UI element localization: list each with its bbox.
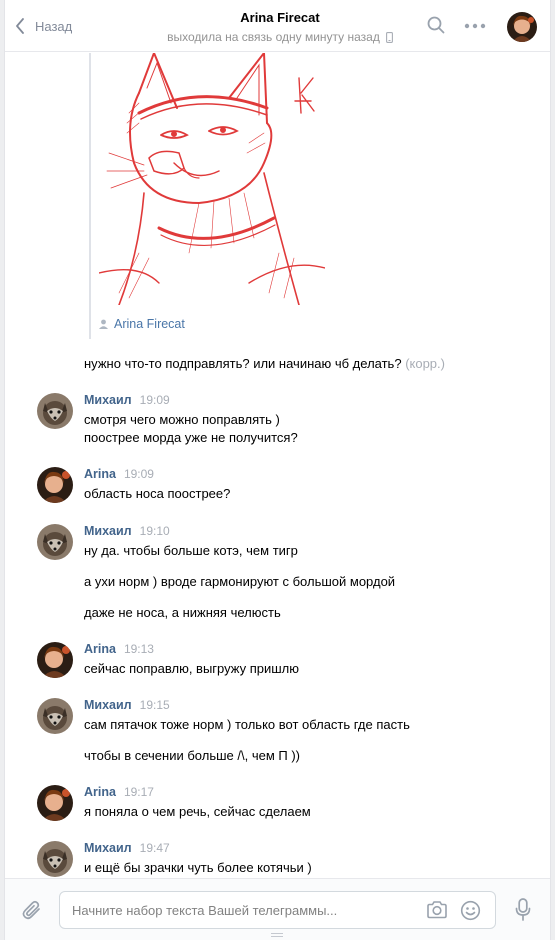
message-author[interactable]: Михаил	[84, 698, 132, 712]
message-time[interactable]: 19:17	[124, 785, 154, 799]
avatar-mikhail[interactable]	[37, 393, 73, 429]
message-header: Михаил 19:47	[84, 841, 170, 855]
avatar-arina[interactable]	[37, 642, 73, 678]
message-input-box	[59, 891, 496, 929]
message-history[interactable]: Arina Firecat нужно что-то подправлять? …	[5, 53, 550, 877]
message-time[interactable]: 19:15	[140, 698, 170, 712]
message-input[interactable]	[72, 892, 402, 928]
paperclip-icon[interactable]	[21, 899, 43, 921]
message-time[interactable]: 19:13	[124, 642, 154, 656]
back-label: Назад	[35, 18, 73, 34]
chat-title-block[interactable]: Arina Firecat выходила на связь одну мин…	[155, 10, 405, 44]
last-seen-text: выходила на связь одну минуту назад	[167, 30, 380, 44]
microphone-icon[interactable]	[515, 898, 531, 922]
avatar-mikhail[interactable]	[37, 841, 73, 877]
message-line: даже не носа, а нижняя челюсть	[84, 605, 281, 620]
message-author[interactable]: Михаил	[84, 393, 132, 407]
back-button[interactable]: Назад	[15, 14, 72, 38]
message-header: Arina 19:09	[84, 467, 154, 481]
message-line: область носа поострее?	[84, 486, 231, 501]
chat-header: Назад Arina Firecat выходила на связь од…	[5, 0, 550, 52]
avatar-mikhail[interactable]	[37, 524, 73, 560]
message-author[interactable]: Arina	[84, 467, 116, 481]
message-line: и ещё бы зрачки чуть более котячьи )	[84, 860, 312, 875]
emoji-icon[interactable]	[460, 900, 481, 921]
message-group: Arina 19:13 сейчас поправлю, выгружу при…	[37, 642, 537, 682]
chat-window: Назад Arina Firecat выходила на связь од…	[4, 0, 551, 940]
message-group: Михаил 19:15 сам пятачок тоже норм ) тол…	[37, 698, 537, 768]
message-header: Михаил 19:10	[84, 524, 170, 538]
message-composer	[5, 878, 550, 940]
message-group: Михаил 19:47 и ещё бы зрачки чуть более …	[37, 841, 537, 877]
user-icon	[99, 319, 108, 329]
more-icon[interactable]	[464, 23, 486, 29]
message-header: Arina 19:17	[84, 785, 154, 799]
message-time[interactable]: 19:09	[124, 467, 154, 481]
message-author[interactable]: Arina	[84, 642, 116, 656]
message-line: сейчас поправлю, выгружу пришлю	[84, 661, 300, 676]
attached-sketch-image[interactable]	[99, 53, 325, 305]
message-group: Arina 19:17 я поняла о чем речь, сейчас …	[37, 785, 537, 825]
message-line: смотря чего можно поправлять )	[84, 412, 280, 427]
message-line: поострее морда уже не получится?	[84, 430, 298, 445]
edited-marker[interactable]: (корр.)	[405, 356, 445, 371]
photo-attachment: Arina Firecat	[89, 53, 325, 339]
message-line: я поняла о чем речь, сейчас сделаем	[84, 804, 311, 819]
message-header: Михаил 19:15	[84, 698, 170, 712]
message-line: нужно что-то подправлять? или начинаю чб…	[84, 356, 402, 371]
message-group: Михаил 19:10 ну да. чтобы больше котэ, ч…	[37, 524, 537, 624]
message-header: Михаил 19:09	[84, 393, 170, 407]
message-line: сам пятачок тоже норм ) только вот облас…	[84, 717, 410, 732]
resize-handle[interactable]	[271, 933, 283, 937]
camera-icon[interactable]	[426, 900, 448, 920]
message-line: а ухи норм ) вроде гармонируют с большой…	[84, 574, 396, 589]
attachment-author-name: Arina Firecat	[114, 317, 185, 331]
header-avatar[interactable]	[507, 12, 537, 42]
message-time[interactable]: 19:47	[140, 841, 170, 855]
message-author[interactable]: Михаил	[84, 524, 132, 538]
chat-status: выходила на связь одну минуту назад	[155, 30, 405, 44]
message-group: Arina 19:09 область носа поострее?	[37, 467, 537, 507]
avatar-arina[interactable]	[37, 785, 73, 821]
mobile-phone-icon	[385, 31, 393, 43]
message-author[interactable]: Михаил	[84, 841, 132, 855]
message-header: Arina 19:13	[84, 642, 154, 656]
message-text-standalone: нужно что-то подправлять? или начинаю чб…	[84, 355, 445, 373]
message-group: Михаил 19:09 смотря чего можно поправлят…	[37, 393, 537, 453]
message-line: ну да. чтобы больше котэ, чем тигр	[84, 543, 298, 558]
avatar-arina[interactable]	[37, 467, 73, 503]
message-time[interactable]: 19:10	[140, 524, 170, 538]
avatar-mikhail[interactable]	[37, 698, 73, 734]
chat-title: Arina Firecat	[240, 10, 320, 25]
attachment-author[interactable]: Arina Firecat	[99, 317, 325, 331]
chevron-left-icon	[16, 18, 24, 34]
message-author[interactable]: Arina	[84, 785, 116, 799]
message-time[interactable]: 19:09	[140, 393, 170, 407]
search-icon[interactable]	[427, 16, 445, 34]
message-line: чтобы в сечении больше /\, чем П ))	[84, 748, 300, 763]
